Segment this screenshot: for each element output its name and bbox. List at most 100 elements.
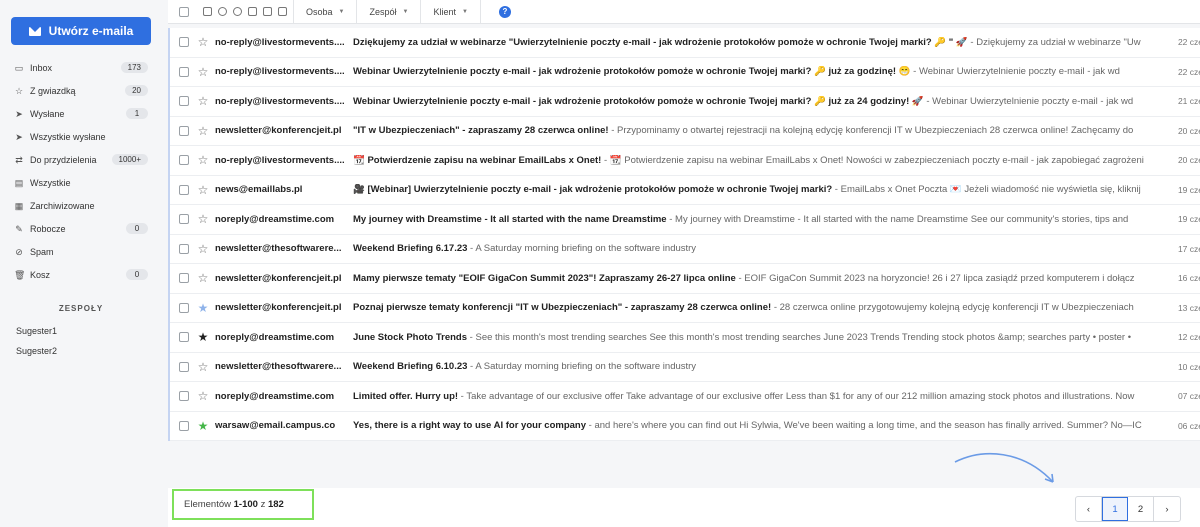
sidebar-item-label: Wszystkie wysłane <box>30 131 106 142</box>
row-checkbox[interactable] <box>179 214 189 225</box>
email-date: 22 cze <box>1177 37 1200 48</box>
email-row[interactable]: ☆ no-reply@livestormevents.... 📆 Potwierdz… <box>170 146 1200 176</box>
email-date: 22 cze <box>1177 66 1200 77</box>
row-checkbox[interactable] <box>179 332 189 343</box>
filter-person[interactable]: Osoba ▼ <box>294 0 358 24</box>
row-checkbox[interactable] <box>179 302 189 313</box>
email-dash: - <box>601 154 610 166</box>
email-row[interactable]: ☆ noreply@dreamstime.com Limited offer. Hu… <box>170 382 1200 412</box>
count-badge: 0 <box>126 269 148 280</box>
email-row[interactable]: ☆ newsletter@konferencjeit.pl "IT w Ubezpi… <box>170 117 1200 146</box>
row-checkbox[interactable] <box>179 37 189 48</box>
star-icon[interactable]: ☆ <box>197 243 209 255</box>
email-row[interactable]: ☆ news@emaillabs.pl 🎥 [Webinar] Uwierzytel… <box>170 176 1200 205</box>
email-date: 19 cze <box>1177 184 1200 195</box>
row-checkbox[interactable] <box>179 273 189 284</box>
email-content: Weekend Briefing 6.17.23 - A Saturday mo… <box>353 243 1163 254</box>
email-preview: and here's where you can find out Hi Syl… <box>594 420 1142 432</box>
sidebar: Utwórz e-maila ▭ Inbox 173 ☆ Z gwiazdką 20 ➤ Wy… <box>0 0 162 527</box>
email-content: Yes, there is a right way to use AI for … <box>353 420 1163 431</box>
email-row[interactable]: ★ newsletter@konferencjeit.pl Poznaj pierw… <box>170 294 1200 323</box>
page-1-button[interactable]: 1 <box>1102 497 1128 521</box>
email-sender: news@emaillabs.pl <box>215 184 303 196</box>
sidebar-item-1[interactable]: ☆ Z gwiazdką 20 <box>0 79 162 102</box>
help-icon[interactable]: ? <box>498 5 511 18</box>
select-all-checkbox[interactable] <box>179 6 189 17</box>
star-icon[interactable]: ☆ <box>197 66 209 78</box>
team-item-sugester1[interactable]: Sugester1 <box>16 326 57 336</box>
row-checkbox[interactable] <box>179 184 189 195</box>
email-sender: newsletter@thesoftwarere... <box>215 361 342 373</box>
star-icon[interactable]: ☆ <box>197 154 209 166</box>
email-row[interactable]: ☆ no-reply@livestormevents.... Webinar Uwi… <box>170 87 1200 117</box>
star-icon[interactable]: ☆ <box>197 213 209 225</box>
row-checkbox[interactable] <box>179 66 189 77</box>
sidebar-item-0[interactable]: ▭ Inbox 173 <box>0 56 162 79</box>
star-icon[interactable]: ☆ <box>197 95 209 107</box>
email-list: ☆ no-reply@livestormevents.... Dziękujemy … <box>168 28 1200 441</box>
filter-team[interactable]: Zespół ▼ <box>357 0 422 24</box>
email-row[interactable]: ☆ newsletter@thesoftwarere... Weekend Brie… <box>170 353 1200 382</box>
sidebar-item-label: Robocze <box>30 223 66 234</box>
next-page-button[interactable]: › <box>1154 497 1180 521</box>
prev-page-button[interactable]: ‹ <box>1076 497 1102 521</box>
email-row[interactable]: ☆ no-reply@livestormevents.... Dziękujemy … <box>170 28 1200 58</box>
sidebar-item-label: Z gwiazdką <box>30 85 76 96</box>
mail-icon[interactable] <box>278 7 287 16</box>
star-icon[interactable]: ☆ <box>197 36 209 48</box>
sidebar-item-5[interactable]: ▤ Wszystkie <box>0 171 162 194</box>
sidebar-item-7[interactable]: ✎ Robocze 0 <box>0 217 162 240</box>
sidebar-item-8[interactable]: ⊘ Spam <box>0 240 162 263</box>
star-icon[interactable]: ☆ <box>197 390 209 402</box>
page-2-button[interactable]: 2 <box>1128 497 1154 521</box>
email-row[interactable]: ★ warsaw@email.campus.co Yes, there is a r… <box>170 412 1200 441</box>
email-content: My journey with Dreamstime - It all star… <box>353 214 1163 225</box>
clock-icon[interactable] <box>233 7 242 16</box>
email-content: Weekend Briefing 6.10.23 - A Saturday mo… <box>353 361 1163 372</box>
compose-email-button[interactable]: Utwórz e-maila <box>11 17 151 45</box>
star-icon[interactable]: ☆ <box>197 361 209 373</box>
row-checkbox[interactable] <box>179 155 189 166</box>
email-content: "IT w Ubezpieczeniach" - zapraszamy 28 c… <box>353 125 1163 136</box>
info-icon[interactable] <box>218 7 227 16</box>
sidebar-item-4[interactable]: ⇄ Do przydzielenia 1000+ <box>0 148 162 171</box>
email-dash: - <box>735 272 745 284</box>
sidebar-item-3[interactable]: ➤ Wszystkie wysłane <box>0 125 162 148</box>
star-icon[interactable]: ★ <box>197 420 209 432</box>
inbox-icon: ▭ <box>14 62 24 73</box>
email-preview: Take advantage of our exclusive offer Ta… <box>466 390 1135 402</box>
row-checkbox[interactable] <box>179 125 189 136</box>
row-checkbox[interactable] <box>179 361 189 372</box>
sidebar-item-2[interactable]: ➤ Wysłane 1 <box>0 102 162 125</box>
star-icon[interactable]: ★ <box>197 331 209 343</box>
sidebar-item-label: Wszystkie <box>30 177 71 188</box>
star-icon[interactable]: ★ <box>197 302 209 314</box>
email-row[interactable]: ☆ newsletter@thesoftwarere... Weekend Brie… <box>170 235 1200 264</box>
filter-client[interactable]: Klient ▼ <box>421 0 481 24</box>
row-checkbox[interactable] <box>179 420 189 431</box>
email-row[interactable]: ☆ noreply@dreamstime.com My journey with D… <box>170 205 1200 235</box>
star-icon[interactable]: ☆ <box>197 272 209 284</box>
email-dash: - <box>832 184 841 196</box>
team-item-sugester2[interactable]: Sugester2 <box>16 346 57 356</box>
star-icon[interactable]: ☆ <box>197 125 209 137</box>
compose-label: Utwórz e-maila <box>48 24 134 38</box>
row-checkbox[interactable] <box>179 96 189 107</box>
email-row[interactable]: ☆ newsletter@konferencjeit.pl Mamy pierwsz… <box>170 264 1200 294</box>
send-icon: ➤ <box>15 108 23 119</box>
archive-icon[interactable] <box>203 7 212 16</box>
row-checkbox[interactable] <box>179 243 189 254</box>
scissors-icon[interactable] <box>248 7 257 16</box>
star-icon[interactable]: ☆ <box>197 184 209 196</box>
sidebar-item-9[interactable]: 🗑 Kosz 0 <box>0 263 162 286</box>
email-preview: Przypominamy o otwartej rejestracji na k… <box>617 125 1134 137</box>
mail-open-icon[interactable] <box>263 7 272 16</box>
items-count: Elementów 1-100 z 182 <box>172 489 314 520</box>
row-checkbox[interactable] <box>179 391 189 402</box>
email-content: Limited offer. Hurry up! - Take advantag… <box>353 391 1163 402</box>
email-row[interactable]: ★ noreply@dreamstime.com June Stock Photo … <box>170 323 1200 353</box>
sidebar-item-6[interactable]: ▦ Zarchiwizowane <box>0 194 162 217</box>
email-row[interactable]: ☆ no-reply@livestormevents.... Webinar Uwi… <box>170 58 1200 87</box>
email-sender: newsletter@konferencjeit.pl <box>215 125 342 137</box>
email-subject: June Stock Photo Trends <box>353 331 468 343</box>
